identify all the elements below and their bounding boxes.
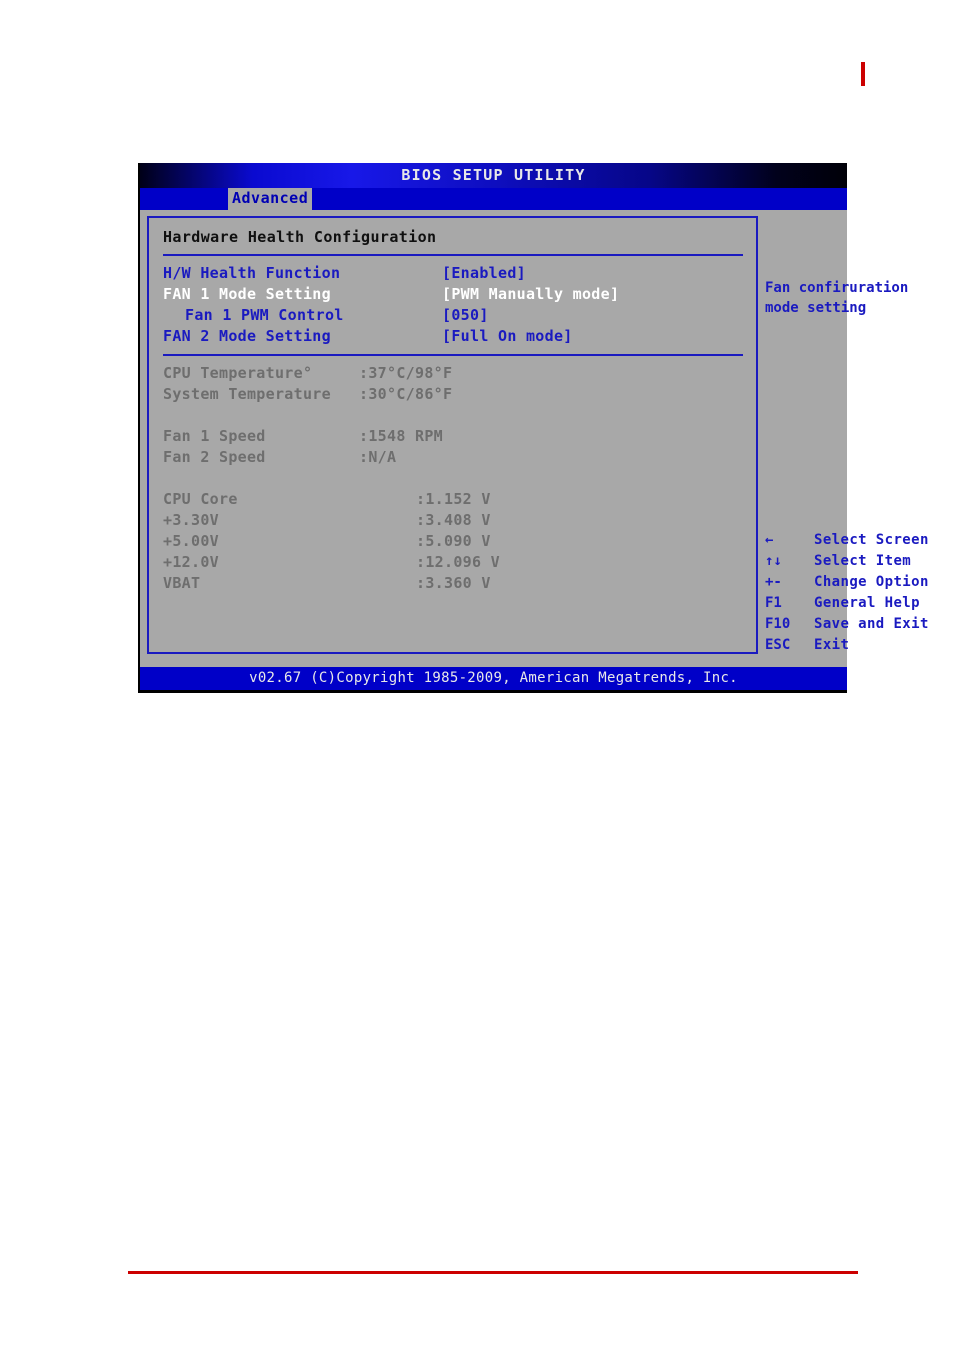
- settings-list: H/W Health Function [Enabled] FAN 1 Mode…: [163, 264, 756, 348]
- reading-value: :3.360 V: [416, 574, 491, 592]
- setting-row-fan2-mode[interactable]: FAN 2 Mode Setting [Full On mode]: [163, 327, 756, 348]
- reading-value: :5.090 V: [416, 532, 491, 550]
- reading-label: +3.30V: [163, 511, 219, 529]
- key-legend-label: Select Item: [814, 553, 912, 569]
- reading-row-vbat: VBAT :3.360 V: [163, 574, 756, 595]
- reading-row-5v: +5.00V :5.090 V: [163, 532, 756, 553]
- f10-key-icon: F10: [765, 616, 791, 632]
- reading-value: :12.096 V: [416, 553, 500, 571]
- reading-label: Fan 2 Speed: [163, 448, 266, 466]
- reading-label: CPU Core: [163, 490, 238, 508]
- key-legend-label: Select Screen: [814, 532, 929, 548]
- key-legend-label: Change Option: [814, 574, 929, 590]
- reading-label: +5.00V: [163, 532, 219, 550]
- reading-value: :3.408 V: [416, 511, 491, 529]
- reading-row-system-temperature: System Temperature :30°C/86°F: [163, 385, 756, 406]
- key-legend: ← Select Screen ↑↓ Select Item +- Change…: [765, 532, 954, 658]
- key-legend-label: Exit: [814, 637, 850, 653]
- reading-value: :30°C/86°F: [359, 385, 453, 403]
- key-legend-label: General Help: [814, 595, 920, 611]
- f1-key-icon: F1: [765, 595, 782, 611]
- setting-row-hw-health-function[interactable]: H/W Health Function [Enabled]: [163, 264, 756, 285]
- reading-value: :N/A: [359, 448, 397, 466]
- setting-label: H/W Health Function: [163, 264, 341, 282]
- page-title: Hardware Health Configuration: [163, 228, 437, 246]
- help-description: Fan confiruration mode setting: [765, 280, 909, 316]
- key-legend-row-select-item: ↑↓ Select Item: [765, 553, 954, 574]
- setting-row-fan1-pwm-control[interactable]: Fan 1 PWM Control [050]: [163, 306, 756, 327]
- setting-label: Fan 1 PWM Control: [185, 306, 344, 324]
- reading-value: :37°C/98°F: [359, 364, 453, 382]
- esc-key-icon: ESC: [765, 637, 791, 653]
- key-legend-row-change-option: +- Change Option: [765, 574, 954, 595]
- setting-value[interactable]: [Enabled]: [442, 264, 526, 282]
- bios-title: BIOS SETUP UTILITY: [401, 166, 586, 184]
- help-panel: Fan confiruration mode setting ← Select …: [765, 216, 928, 654]
- setting-value[interactable]: [PWM Manually mode]: [442, 285, 619, 303]
- key-legend-row-save-and-exit: F10 Save and Exit: [765, 616, 954, 637]
- reading-value: :1548 RPM: [359, 427, 443, 445]
- setting-row-fan1-mode[interactable]: FAN 1 Mode Setting [PWM Manually mode]: [163, 285, 756, 306]
- bios-title-bar: BIOS SETUP UTILITY: [140, 163, 847, 188]
- setting-label: FAN 1 Mode Setting: [163, 285, 331, 303]
- reading-row-fan1-speed: Fan 1 Speed :1548 RPM: [163, 427, 756, 448]
- reading-row-cpu-temperature: CPU Temperature° :37°C/98°F: [163, 364, 756, 385]
- left-arrow-icon: ←: [765, 532, 774, 548]
- key-legend-row-general-help: F1 General Help: [765, 595, 954, 616]
- readings-list: CPU Temperature° :37°C/98°F System Tempe…: [163, 364, 756, 595]
- title-divider: [163, 254, 743, 256]
- bios-setup-window: BIOS SETUP UTILITY Advanced Hardware Hea…: [138, 163, 928, 693]
- key-legend-row-select-screen: ← Select Screen: [765, 532, 954, 553]
- setting-value[interactable]: [050]: [442, 306, 489, 324]
- bios-body: Hardware Health Configuration H/W Health…: [140, 210, 928, 667]
- tab-advanced[interactable]: Advanced: [228, 188, 313, 210]
- reading-row-cpu-core: CPU Core :1.152 V: [163, 490, 756, 511]
- reading-label: CPU Temperature°: [163, 364, 313, 382]
- reading-label: System Temperature: [163, 385, 331, 403]
- settings-panel: Hardware Health Configuration H/W Health…: [147, 216, 758, 654]
- reading-label: Fan 1 Speed: [163, 427, 266, 445]
- setting-value[interactable]: [Full On mode]: [442, 327, 573, 345]
- up-down-arrow-icon: ↑↓: [765, 553, 782, 569]
- bios-menu-bar: Advanced: [140, 188, 847, 210]
- reading-row-fan2-speed: Fan 2 Speed :N/A: [163, 448, 756, 469]
- reading-row-12v: +12.0V :12.096 V: [163, 553, 756, 574]
- setting-label: FAN 2 Mode Setting: [163, 327, 331, 345]
- reading-label: VBAT: [163, 574, 201, 592]
- page-footer-rule: [128, 1271, 858, 1274]
- key-legend-label: Save and Exit: [814, 616, 929, 632]
- copyright-text: v02.67 (C)Copyright 1985-2009, American …: [249, 670, 738, 686]
- page-margin-mark: [861, 62, 865, 86]
- plus-minus-icon: +-: [765, 574, 782, 590]
- reading-label: +12.0V: [163, 553, 219, 571]
- reading-row-3v3: +3.30V :3.408 V: [163, 511, 756, 532]
- key-legend-row-exit: ESC Exit: [765, 637, 954, 658]
- reading-value: :1.152 V: [416, 490, 491, 508]
- bios-footer-bar: v02.67 (C)Copyright 1985-2009, American …: [140, 667, 847, 693]
